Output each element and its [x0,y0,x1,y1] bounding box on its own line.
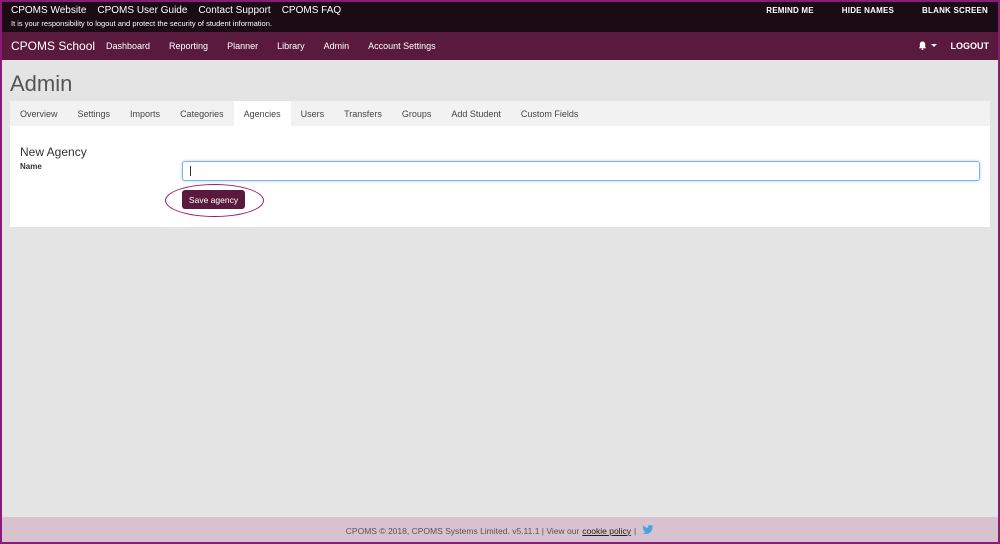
tab-users[interactable]: Users [291,101,335,126]
tab-categories[interactable]: Categories [170,101,234,126]
cpoms-website-link[interactable]: CPOMS Website [11,5,86,16]
cpoms-user-guide-link[interactable]: CPOMS User Guide [97,5,187,16]
nav-item-account-settings[interactable]: Account Settings [368,41,436,51]
main-navbar: CPOMS School Dashboard Reporting Planner… [0,32,1000,60]
remind-me-button[interactable]: REMIND ME [766,6,814,15]
admin-tabs: Overview Settings Imports Categories Age… [10,101,990,126]
tab-imports[interactable]: Imports [120,101,170,126]
new-agency-panel: New Agency Name Save agency [10,126,990,227]
footer: CPOMS © 2018, CPOMS Systems Limited. v5.… [0,517,1000,544]
footer-copyright: CPOMS © 2018, CPOMS Systems Limited. v5.… [345,525,580,536]
nav-item-dashboard[interactable]: Dashboard [106,41,150,51]
hide-names-button[interactable]: HIDE NAMES [842,6,894,15]
notifications-dropdown[interactable] [918,41,937,50]
section-title: New Agency [20,145,87,159]
tab-groups[interactable]: Groups [392,101,442,126]
twitter-icon[interactable] [642,524,654,537]
contact-support-link[interactable]: Contact Support [198,5,270,16]
agency-name-input[interactable] [182,161,980,181]
nav-menu: Dashboard Reporting Planner Library Admi… [106,41,436,51]
page-title: Admin [10,71,73,96]
tab-settings[interactable]: Settings [68,101,121,126]
save-agency-button[interactable]: Save agency [182,190,245,209]
text-cursor [190,166,191,176]
nav-item-reporting[interactable]: Reporting [169,41,208,51]
cookie-policy-link[interactable]: cookie policy [582,526,631,536]
nav-item-admin[interactable]: Admin [324,41,350,51]
outer-frame [0,0,1000,544]
tab-transfers[interactable]: Transfers [334,101,392,126]
cpoms-faq-link[interactable]: CPOMS FAQ [282,5,341,16]
brand-name[interactable]: CPOMS School [11,39,95,53]
tab-custom-fields[interactable]: Custom Fields [511,101,589,126]
tab-agencies[interactable]: Agencies [233,101,291,126]
name-label: Name [20,162,42,171]
bell-icon [918,41,927,50]
security-notice: It is your responsibility to logout and … [11,19,272,28]
blank-screen-button[interactable]: BLANK SCREEN [922,6,988,15]
logout-button[interactable]: LOGOUT [951,41,990,51]
top-utility-bar: CPOMS Website CPOMS User Guide Contact S… [0,0,1000,32]
nav-item-library[interactable]: Library [277,41,305,51]
nav-item-planner[interactable]: Planner [227,41,258,51]
tab-add-student[interactable]: Add Student [441,101,511,126]
footer-separator: | [633,525,637,536]
top-links: CPOMS Website CPOMS User Guide Contact S… [11,5,341,16]
tab-overview[interactable]: Overview [10,101,68,126]
chevron-down-icon [931,44,937,47]
top-actions: REMIND ME HIDE NAMES BLANK SCREEN [766,6,988,15]
